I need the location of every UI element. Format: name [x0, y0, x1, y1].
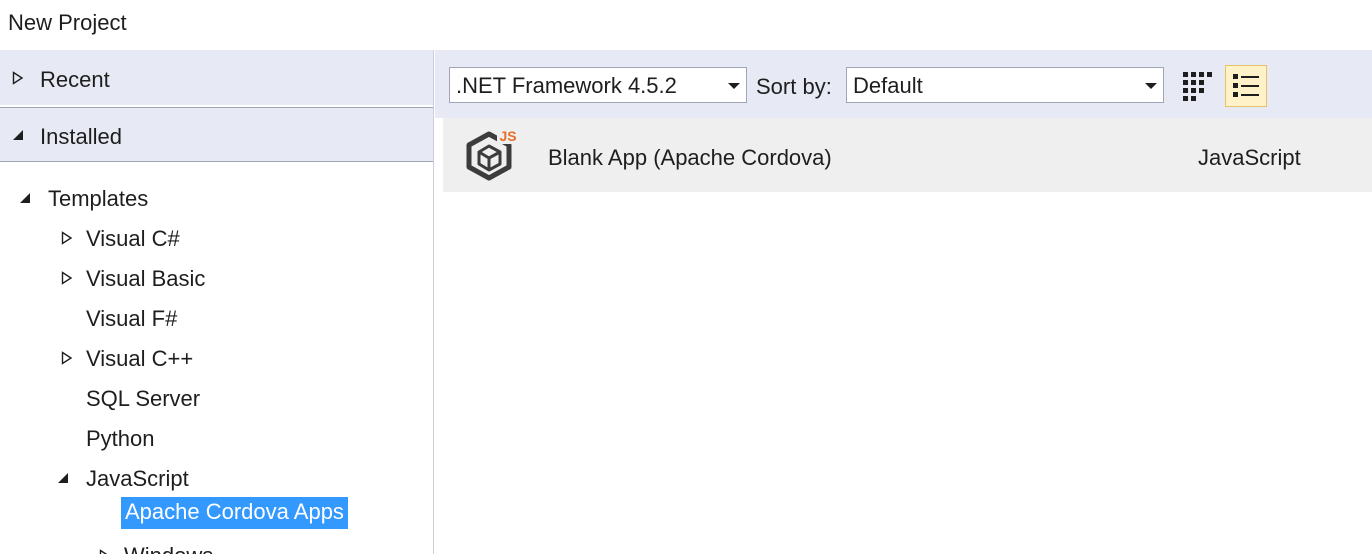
- expand-arrow-icon: [12, 71, 24, 85]
- tree-item-javascript[interactable]: JavaScript: [0, 463, 433, 495]
- framework-select[interactable]: .NET Framework 4.5.2: [449, 67, 747, 103]
- collapse-arrow-icon: [13, 130, 23, 140]
- tree-item-label: JavaScript: [86, 466, 189, 491]
- tree-item-visual-fsharp[interactable]: Visual F#: [0, 303, 433, 335]
- tree-item-sql-server[interactable]: SQL Server: [0, 383, 433, 415]
- left-nav-panel: Recent Installed Templates Visual C# Vis…: [0, 50, 434, 554]
- template-name: Blank App (Apache Cordova): [548, 145, 832, 170]
- expand-arrow-icon: [61, 231, 73, 245]
- expand-arrow-icon: [61, 351, 73, 365]
- collapse-arrow-icon: [20, 193, 30, 203]
- window-title-bar: New Project: [0, 0, 1372, 50]
- tree-item-visual-csharp[interactable]: Visual C#: [0, 223, 433, 255]
- tree-item-visual-basic[interactable]: Visual Basic: [0, 263, 433, 295]
- expand-arrow-icon: [99, 549, 108, 554]
- cordova-js-icon: JS: [466, 128, 519, 181]
- collapse-arrow-icon: [58, 473, 68, 483]
- window-title: New Project: [8, 10, 127, 35]
- small-icons-view-button[interactable]: [1176, 66, 1218, 108]
- tree-item-label: Visual C#: [86, 226, 180, 251]
- tree-item-apache-cordova-apps[interactable]: Apache Cordova Apps: [0, 497, 433, 537]
- sort-select-value: Default: [853, 73, 923, 98]
- tree-item-label: Visual F#: [86, 306, 178, 331]
- tree-templates[interactable]: Templates: [0, 183, 433, 215]
- tree-item-visual-cpp[interactable]: Visual C++: [0, 343, 433, 375]
- framework-select-value: .NET Framework 4.5.2: [456, 73, 677, 98]
- tree-item-label: Windows: [124, 543, 213, 554]
- template-language: JavaScript: [1198, 145, 1301, 170]
- template-toolbar: .NET Framework 4.5.2 Sort by: Default: [435, 50, 1372, 118]
- chevron-down-icon: [728, 83, 740, 89]
- sort-by-label: Sort by:: [756, 74, 832, 99]
- nav-recent[interactable]: Recent: [0, 50, 433, 106]
- chevron-down-icon: [1145, 83, 1157, 89]
- sort-select[interactable]: Default: [846, 67, 1164, 103]
- svg-text:JS: JS: [499, 128, 516, 144]
- tree-item-python[interactable]: Python: [0, 423, 433, 455]
- template-row-blank-app[interactable]: JS Blank App (Apache Cordova) JavaScript: [443, 118, 1372, 192]
- list-view-button[interactable]: [1225, 65, 1267, 107]
- expand-arrow-icon: [61, 271, 73, 285]
- tree-item-label: Python: [86, 426, 155, 451]
- tree-item-label: Visual C++: [86, 346, 194, 371]
- tree-templates-label: Templates: [48, 186, 149, 211]
- nav-installed[interactable]: Installed: [0, 107, 433, 162]
- grid-view-icon: [1183, 72, 1212, 101]
- tree-item-label-selected: Apache Cordova Apps: [121, 497, 348, 529]
- tree-item-label: SQL Server: [86, 386, 201, 411]
- tree-item-windows[interactable]: Windows: [0, 543, 433, 554]
- tree-item-label: Visual Basic: [86, 266, 206, 291]
- nav-installed-label: Installed: [40, 124, 122, 149]
- list-view-icon: [1233, 74, 1259, 97]
- nav-recent-label: Recent: [40, 67, 110, 92]
- template-list: JS Blank App (Apache Cordova) JavaScript: [443, 118, 1372, 554]
